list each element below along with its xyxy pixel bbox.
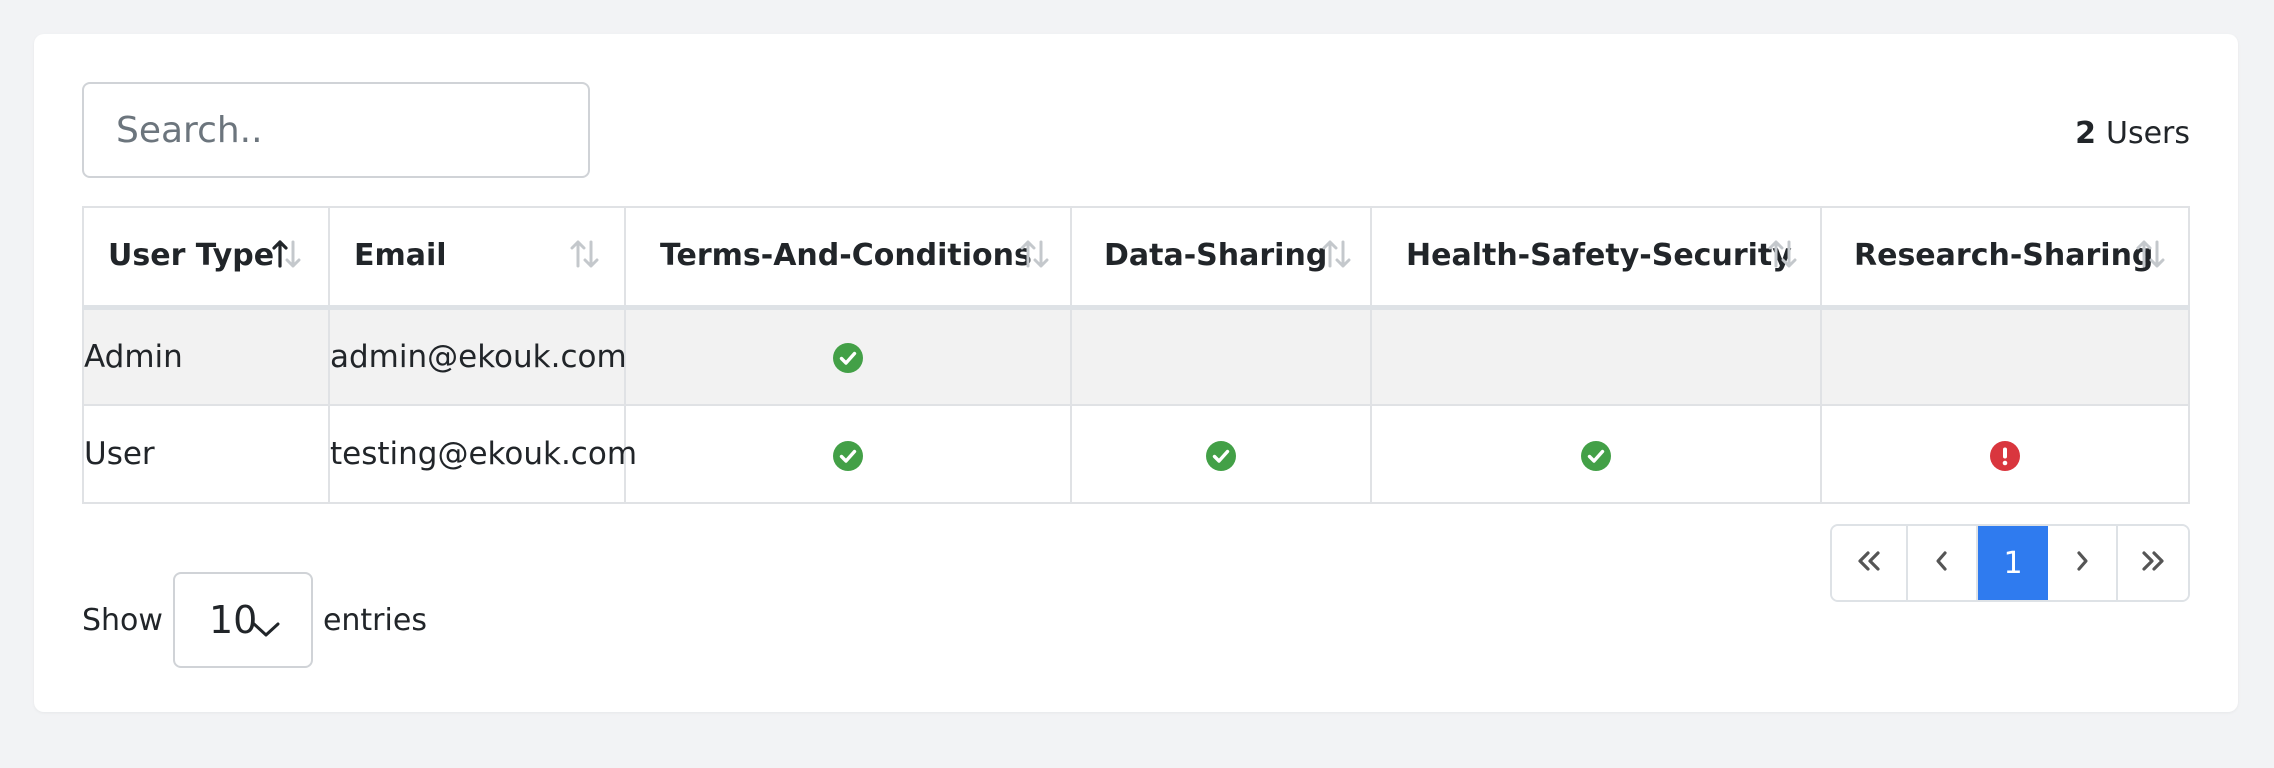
- cell-data-sharing: [1070, 404, 1372, 504]
- cell-user-type: Admin: [82, 306, 330, 406]
- users-table: User Type Email Terms-And-Conditions Dat…: [82, 206, 2190, 504]
- sort-icon[interactable]: [568, 236, 602, 272]
- column-header-label: Terms-And-Conditions: [660, 238, 1032, 273]
- cell-health-safety-security: [1370, 306, 1822, 406]
- table-row: Admin admin@ekouk.com: [82, 306, 2190, 406]
- column-header-label: Email: [354, 238, 447, 273]
- entries-select[interactable]: 10: [172, 572, 313, 668]
- column-header-terms-and-conditions[interactable]: Terms-And-Conditions: [624, 206, 1072, 310]
- cell-data-sharing: [1070, 306, 1372, 406]
- show-label: Show: [82, 602, 163, 638]
- column-header-label: User Type: [108, 238, 275, 273]
- table-row: User testing@ekouk.com: [82, 404, 2190, 504]
- check-circle-icon: [1581, 440, 1611, 471]
- sort-icon[interactable]: [2134, 236, 2168, 272]
- table-header-row: User Type Email Terms-And-Conditions Dat…: [82, 206, 2190, 310]
- double-chevron-left-icon: [1855, 549, 1883, 577]
- page-button-current[interactable]: 1: [1978, 526, 2048, 600]
- cell-terms-and-conditions: [624, 306, 1072, 406]
- previous-page-button[interactable]: [1908, 526, 1978, 600]
- cell-health-safety-security: [1370, 404, 1822, 504]
- check-circle-icon: [1206, 440, 1236, 471]
- sort-icon[interactable]: [1766, 236, 1800, 272]
- chevron-left-icon: [1933, 549, 1951, 577]
- column-header-user-type[interactable]: User Type: [82, 206, 330, 310]
- last-page-button[interactable]: [2118, 526, 2188, 600]
- column-header-email[interactable]: Email: [328, 206, 626, 310]
- pagination: 1: [1830, 524, 2190, 602]
- column-header-label: Research-Sharing: [1854, 238, 2154, 273]
- sort-ascending-icon[interactable]: [270, 236, 304, 272]
- user-count: 2 Users: [2075, 116, 2190, 151]
- first-page-button[interactable]: [1832, 526, 1908, 600]
- double-chevron-right-icon: [2139, 549, 2167, 577]
- sort-icon[interactable]: [1320, 236, 1354, 272]
- cell-research-sharing: [1820, 404, 2190, 504]
- exclamation-circle-icon: [1990, 440, 2020, 471]
- users-table-card: 2 Users User Type: [34, 34, 2238, 712]
- column-header-label: Data-Sharing: [1104, 238, 1328, 273]
- check-circle-icon: [833, 440, 863, 471]
- cell-terms-and-conditions: [624, 404, 1072, 504]
- user-count-label: Users: [2105, 116, 2190, 151]
- page-length-control: Show 10 entries: [82, 572, 427, 668]
- column-header-research-sharing[interactable]: Research-Sharing: [1820, 206, 2190, 310]
- column-header-health-safety-security[interactable]: Health-Safety-Security: [1370, 206, 1822, 310]
- entries-label: entries: [322, 602, 427, 638]
- user-count-number: 2: [2075, 116, 2096, 151]
- chevron-right-icon: [2073, 549, 2091, 577]
- chevron-down-icon: [251, 612, 281, 647]
- cell-user-type: User: [82, 404, 330, 504]
- cell-email: testing@ekouk.com: [328, 404, 637, 504]
- search-input[interactable]: [82, 82, 590, 178]
- check-circle-icon: [833, 343, 863, 374]
- cell-email: admin@ekouk.com: [328, 306, 627, 406]
- column-header-label: Health-Safety-Security: [1406, 238, 1792, 273]
- next-page-button[interactable]: [2048, 526, 2118, 600]
- column-header-data-sharing[interactable]: Data-Sharing: [1070, 206, 1372, 310]
- cell-research-sharing: [1820, 306, 2190, 406]
- sort-icon[interactable]: [1018, 236, 1052, 272]
